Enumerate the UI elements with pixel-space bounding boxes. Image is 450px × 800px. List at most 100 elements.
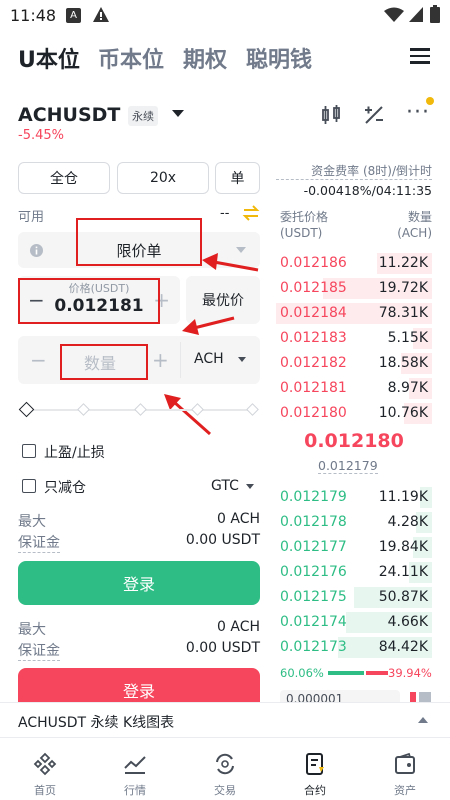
annotation-arrow-3 — [164, 394, 211, 436]
ask-row[interactable]: 0.012183 5.15K — [276, 326, 432, 351]
time-in-force-select[interactable]: GTC — [211, 478, 239, 494]
ask-size: 78.31K — [378, 305, 428, 321]
margin-mode-button[interactable]: 全仓 — [18, 162, 110, 194]
perpetual-badge: 永续 — [128, 106, 158, 126]
chevron-up-icon[interactable] — [418, 717, 428, 723]
slider-handle[interactable] — [18, 401, 35, 418]
bid-row[interactable]: 0.012176 24.11K — [276, 560, 432, 585]
reduce-only-checkbox[interactable] — [22, 479, 36, 493]
bid-row[interactable]: 0.012174 4.66K — [276, 610, 432, 635]
bid-price: 0.012179 — [280, 489, 347, 505]
ask-row[interactable]: 0.012180 10.76K — [276, 401, 432, 426]
calculator-icon[interactable] — [363, 104, 385, 126]
ask-price: 0.012186 — [280, 255, 347, 271]
tab-options[interactable]: 期权 — [183, 42, 227, 74]
login-buy-button[interactable]: 登录 — [18, 561, 260, 605]
bid-price: 0.012176 — [280, 564, 347, 580]
ask-row[interactable]: 0.012182 18.58K — [276, 351, 432, 376]
bid-size: 11.19K — [378, 489, 428, 505]
nav-home-label: 首页 — [34, 784, 56, 797]
menu-icon[interactable] — [410, 44, 430, 66]
buy-margin-label[interactable]: 保证金 — [18, 532, 60, 553]
kline-chart-bar[interactable]: ACHUSDT 永续 K线图表 — [0, 702, 450, 738]
bid-row[interactable]: 0.012178 4.28K — [276, 510, 432, 535]
orderbook-qty-header: 数量 — [407, 210, 432, 224]
nav-markets[interactable]: 行情 — [90, 740, 180, 800]
bid-price: 0.012174 — [280, 614, 347, 630]
ask-row[interactable]: 0.012184 78.31K — [276, 301, 432, 326]
buy-margin-value: 0.00 USDT — [185, 532, 260, 548]
kline-chart-label: ACHUSDT 永续 K线图表 — [18, 715, 175, 731]
bid-row[interactable]: 0.012179 11.19K — [276, 485, 432, 510]
orderbook-price-header: 委托价格 — [280, 210, 329, 224]
candlestick-chart-icon[interactable] — [320, 104, 342, 126]
transfer-icon[interactable] — [242, 205, 260, 221]
slider-mark-50[interactable] — [134, 403, 147, 416]
orderbook-price-unit: (USDT) — [280, 226, 323, 240]
nav-futures[interactable]: 合约 — [270, 740, 360, 800]
login-sell-button[interactable]: 登录 — [18, 668, 260, 702]
nav-assets-label: 资产 — [394, 784, 416, 797]
tif-caret-icon[interactable] — [246, 484, 254, 489]
warning-icon — [93, 7, 109, 22]
mark-price[interactable]: 0.012179 — [318, 458, 378, 474]
ask-size: 19.72K — [378, 280, 428, 296]
buy-ratio: 60.06% — [280, 666, 324, 680]
quantity-unit[interactable]: ACH — [194, 351, 224, 367]
quantity-decrease-icon[interactable]: − — [30, 348, 47, 372]
bid-row[interactable]: 0.012173 84.42K — [276, 635, 432, 660]
nav-home[interactable]: 首页 — [0, 740, 90, 800]
buy-max-label: 最大 — [18, 514, 46, 530]
sell-max-value: 0 ACH — [217, 619, 260, 635]
ask-row[interactable]: 0.012181 8.97K — [276, 376, 432, 401]
bid-row[interactable]: 0.012177 19.84K — [276, 535, 432, 560]
symbol-dropdown-icon[interactable] — [172, 110, 184, 117]
bid-size: 50.87K — [378, 589, 428, 605]
tp-sl-checkbox[interactable] — [22, 444, 36, 458]
reduce-only-label[interactable]: 只减仓 — [44, 477, 86, 497]
bid-size: 84.42K — [378, 639, 428, 655]
position-mode-button[interactable]: 单 — [215, 162, 260, 194]
quantity-increase-icon[interactable]: + — [152, 348, 169, 372]
leverage-button[interactable]: 20x — [117, 162, 209, 194]
annotation-box-order-type — [76, 218, 202, 266]
unit-caret-icon[interactable] — [238, 357, 246, 362]
market-chart-icon — [124, 756, 146, 774]
bid-size: 19.84K — [378, 539, 428, 555]
annotation-arrow-2 — [182, 316, 235, 335]
tab-coin-m[interactable]: 币本位 — [98, 42, 164, 74]
tab-usdt-m[interactable]: U本位 — [18, 42, 80, 74]
status-time: 11:48 — [10, 6, 57, 25]
status-bar: 11:48 A — [0, 0, 450, 32]
ask-size: 18.58K — [378, 355, 428, 371]
precision-select[interactable]: 0.000001 — [280, 690, 400, 702]
slider-mark-25[interactable] — [77, 403, 90, 416]
tab-smart-money[interactable]: 聪明钱 — [246, 42, 312, 74]
nav-trade-label: 交易 — [214, 784, 236, 797]
bid-size: 4.66K — [387, 614, 428, 630]
ask-price: 0.012181 — [280, 380, 347, 396]
wifi-icon — [384, 7, 404, 22]
signal-icon — [409, 7, 423, 22]
buy-max-value: 0 ACH — [217, 511, 260, 527]
symbol-name[interactable]: ACHUSDT — [18, 104, 120, 126]
ask-size: 11.22K — [378, 255, 428, 271]
futures-icon — [306, 753, 324, 775]
ask-size: 10.76K — [378, 405, 428, 421]
orderbook-layout-icon[interactable] — [410, 690, 432, 702]
tp-sl-label[interactable]: 止盈/止损 — [44, 442, 105, 462]
slider-mark-100[interactable] — [246, 403, 259, 416]
annotation-arrow-1 — [202, 253, 259, 272]
ask-row[interactable]: 0.012185 19.72K — [276, 276, 432, 301]
ask-price: 0.012184 — [280, 305, 347, 321]
funding-rate-label[interactable]: 资金费率 (8时)/倒计时 — [276, 162, 432, 180]
last-price: 0.012180 — [304, 430, 404, 452]
nav-assets[interactable]: 资产 — [360, 740, 450, 800]
sell-ratio-bar — [366, 671, 388, 675]
bid-row[interactable]: 0.012175 50.87K — [276, 585, 432, 610]
sell-margin-label[interactable]: 保证金 — [18, 640, 60, 661]
ask-size: 5.15K — [387, 330, 428, 346]
ask-row[interactable]: 0.012186 11.22K — [276, 251, 432, 276]
nav-trade[interactable]: 交易 — [180, 740, 270, 800]
available-value: -- — [220, 206, 230, 221]
